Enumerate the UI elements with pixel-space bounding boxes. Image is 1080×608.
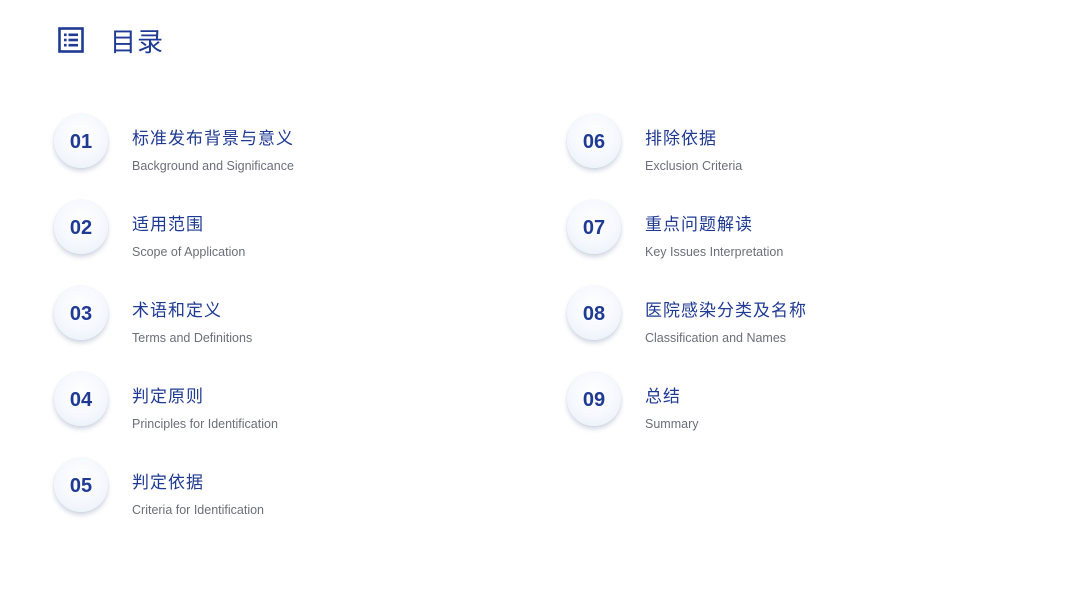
toc-number-badge: 03 bbox=[54, 286, 108, 340]
toc-title-zh: 判定依据 bbox=[132, 473, 204, 493]
toc-number-badge: 09 bbox=[567, 372, 621, 426]
toc-item-08[interactable]: 08 医院感染分类及名称 Classification and Names bbox=[567, 284, 987, 354]
toc-number-badge: 05 bbox=[54, 458, 108, 512]
toc-number: 07 bbox=[582, 216, 606, 239]
toc-title-zh: 判定原则 bbox=[132, 387, 204, 407]
toc-number-badge: 04 bbox=[54, 372, 108, 426]
toc-title-en: Terms and Definitions bbox=[132, 331, 253, 345]
toc-item-07[interactable]: 07 重点问题解读 Key Issues Interpretation bbox=[567, 198, 987, 268]
toc-title-zh: 术语和定义 bbox=[132, 301, 222, 321]
toc-item-06[interactable]: 06 排除依据 Exclusion Criteria bbox=[567, 112, 987, 182]
toc-title-zh: 医院感染分类及名称 bbox=[645, 301, 807, 321]
toc-number-badge: 06 bbox=[567, 114, 621, 168]
toc-title-zh: 排除依据 bbox=[645, 129, 717, 149]
toc-item-04[interactable]: 04 判定原则 Principles for Identification bbox=[54, 370, 474, 440]
toc-number-badge: 08 bbox=[567, 286, 621, 340]
toc-title-zh: 重点问题解读 bbox=[645, 215, 753, 235]
toc-number: 09 bbox=[582, 388, 606, 411]
toc-item-05[interactable]: 05 判定依据 Criteria for Identification bbox=[54, 456, 474, 526]
toc-item-09[interactable]: 09 总结 Summary bbox=[567, 370, 987, 440]
toc-title-zh: 适用范围 bbox=[132, 215, 204, 235]
toc-number-badge: 01 bbox=[54, 114, 108, 168]
toc-title-en: Background and Significance bbox=[132, 159, 294, 173]
toc-title-en: Scope of Application bbox=[132, 245, 246, 259]
toc-title-en: Summary bbox=[645, 417, 699, 431]
list-icon bbox=[58, 27, 84, 53]
toc-item-03[interactable]: 03 术语和定义 Terms and Definitions bbox=[54, 284, 474, 354]
toc-item-01[interactable]: 01 标准发布背景与意义 Background and Significance bbox=[54, 112, 474, 182]
toc-item-02[interactable]: 02 适用范围 Scope of Application bbox=[54, 198, 474, 268]
toc-title-en: Classification and Names bbox=[645, 331, 787, 345]
toc-number: 01 bbox=[69, 130, 93, 153]
toc-title-en: Exclusion Criteria bbox=[645, 159, 743, 173]
toc-number: 05 bbox=[69, 474, 93, 497]
toc-title-zh: 标准发布背景与意义 bbox=[132, 129, 294, 149]
toc-title-en: Principles for Identification bbox=[132, 417, 278, 431]
toc-number-badge: 07 bbox=[567, 200, 621, 254]
toc-number: 06 bbox=[582, 130, 606, 153]
toc-number: 04 bbox=[69, 388, 93, 411]
toc-number: 03 bbox=[69, 302, 93, 325]
toc-number: 08 bbox=[582, 302, 606, 325]
toc-number-badge: 02 bbox=[54, 200, 108, 254]
toc-title-en: Criteria for Identification bbox=[132, 503, 265, 517]
toc-title-en: Key Issues Interpretation bbox=[645, 245, 784, 259]
toc-title-zh: 总结 bbox=[645, 387, 681, 407]
page-header: 目录 bbox=[58, 20, 164, 60]
toc-number: 02 bbox=[69, 216, 93, 239]
page-title: 目录 bbox=[110, 27, 165, 58]
